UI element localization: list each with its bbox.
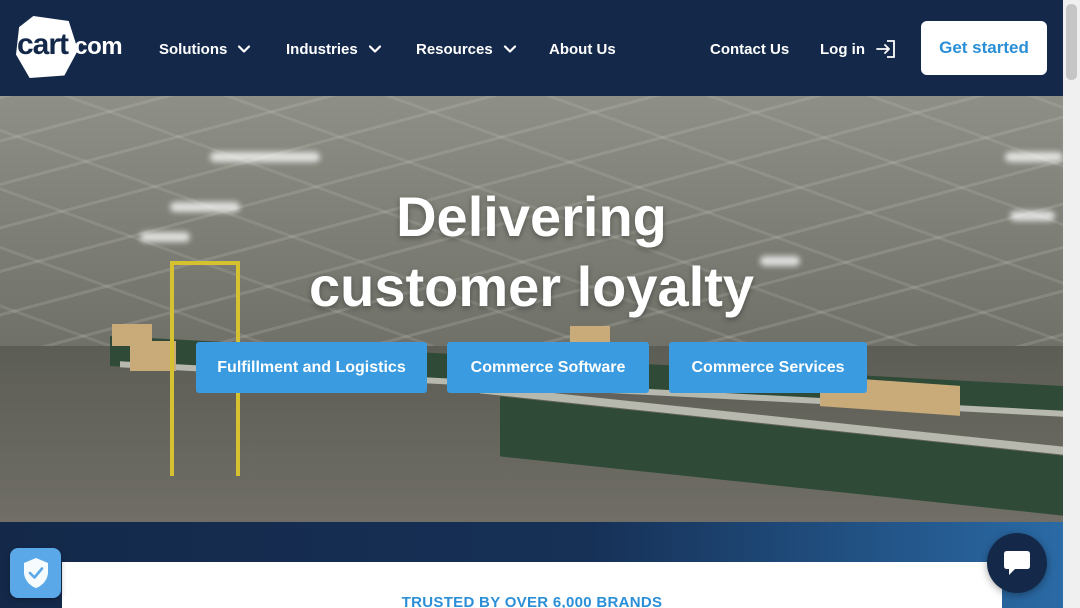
nav-solutions-label: Solutions (159, 40, 228, 58)
shield-check-icon (23, 558, 48, 588)
commerce-software-button[interactable]: Commerce Software (447, 342, 649, 393)
hero-title: Delivering customer loyalty (0, 182, 1063, 322)
nav-industries-label: Industries (286, 40, 358, 58)
logo-suffix: .com (68, 33, 123, 60)
nav-industries[interactable]: Industries (286, 38, 382, 60)
fulfillment-logistics-button[interactable]: Fulfillment and Logistics (196, 342, 427, 393)
cart-logo[interactable]: cart.com (14, 14, 136, 82)
login-label: Log in (820, 40, 865, 58)
hero-title-line2: customer loyalty (308, 255, 755, 318)
ceiling-light (210, 152, 320, 162)
logo-word: cart (17, 28, 69, 61)
chat-bubble-icon (1004, 551, 1030, 575)
chevron-down-icon (503, 45, 516, 53)
chat-button[interactable] (987, 533, 1047, 593)
nav-resources[interactable]: Resources (416, 38, 517, 60)
cardboard-box (112, 324, 152, 346)
chevron-down-icon (238, 45, 251, 53)
login-arrow-icon (876, 40, 895, 58)
chevron-down-icon (368, 45, 381, 53)
commerce-services-button[interactable]: Commerce Services (669, 342, 867, 393)
accessibility-shield-button[interactable] (10, 548, 61, 598)
trusted-brands-heading: TRUSTED BY OVER 6,000 BRANDS (401, 594, 663, 608)
contact-us-link[interactable]: Contact Us (710, 38, 789, 60)
nav-resources-label: Resources (416, 40, 493, 58)
hero-title-line1: Delivering (396, 185, 667, 248)
site-header: cart.com Solutions Industries Resources … (0, 0, 1063, 96)
hero-section: Delivering customer loyalty (0, 96, 1063, 522)
login-link[interactable]: Log in (820, 38, 897, 60)
nav-about-us[interactable]: About Us (549, 38, 616, 60)
scrollbar-thumb[interactable] (1066, 4, 1077, 80)
page-scrollbar[interactable] (1063, 0, 1080, 608)
nav-solutions[interactable]: Solutions (159, 38, 251, 60)
nav-about-us-label: About Us (549, 40, 616, 58)
contact-us-label: Contact Us (710, 40, 790, 58)
get-started-button[interactable]: Get started (921, 21, 1047, 75)
ceiling-light (1005, 152, 1063, 162)
